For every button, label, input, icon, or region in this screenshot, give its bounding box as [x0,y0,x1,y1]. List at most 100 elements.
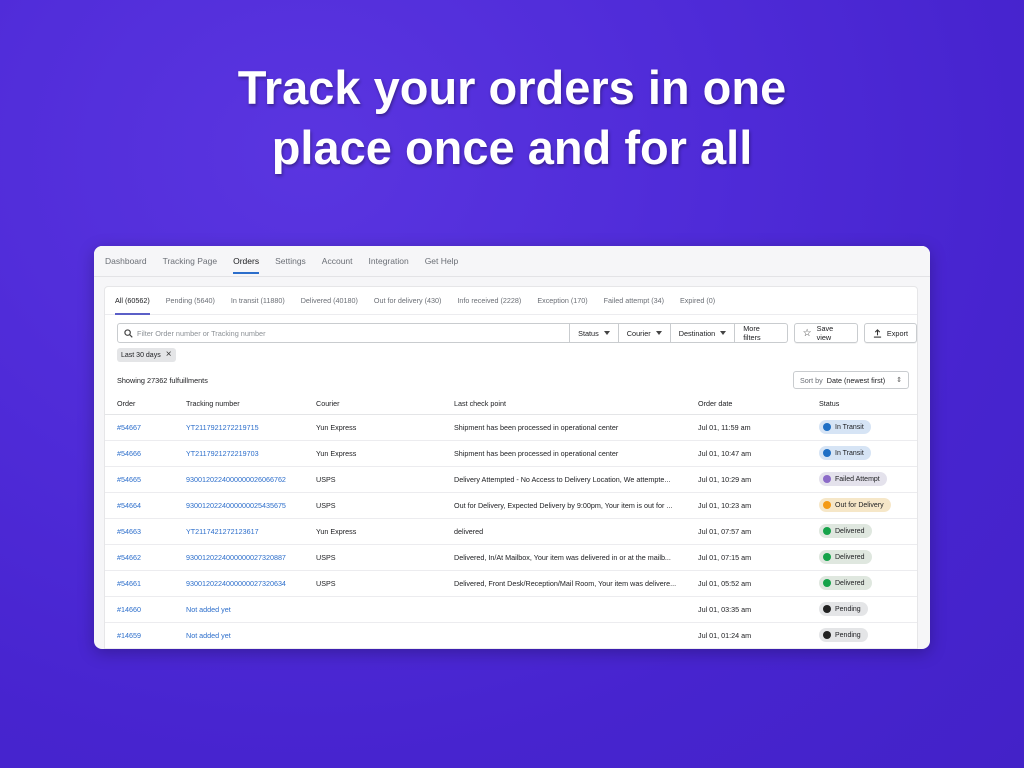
save-view-button[interactable]: ☆ Save view [793,323,858,343]
table-row[interactable]: #14659 Not added yet Jul 01, 01:24 am Pendi… [105,622,917,649]
nav-item-dashboard[interactable]: Dashboard [105,246,147,277]
table-row[interactable]: #54667 YT2117921272219715 Yun Express Shipm… [105,414,917,441]
courier-cell: Yun Express [316,440,454,467]
search-box[interactable] [117,323,571,343]
tracking-number-link[interactable]: 9300120224000000027320634 [186,570,316,597]
status-badge-label: Delivered [835,579,865,587]
order-number-link[interactable]: #54662 [105,544,186,571]
status-dot-icon [823,605,831,613]
table-row[interactable]: #54663 YT2117421272123617 Yun Express deliv… [105,518,917,545]
tracking-number-link[interactable]: Not added yet [186,622,316,649]
date-filter-chip: Last 30 days × [117,348,176,362]
sort-label: Sort by [800,375,823,385]
status-badge: Pending [819,628,868,642]
more-filters-button[interactable]: More filters [735,323,788,343]
order-number-link[interactable]: #54667 [105,414,186,441]
courier-cell [316,596,454,623]
table-row[interactable]: #54664 9300120224000000025435675 USPS Out f… [105,492,917,519]
tracking-number-link[interactable]: YT2117921272219703 [186,440,316,467]
order-date-cell: Jul 01, 05:52 am [698,570,819,597]
nav-item-account[interactable]: Account [322,246,353,277]
nav-item-settings[interactable]: Settings [275,246,306,277]
checkpoint-cell: Shipment has been processed in operation… [454,414,698,441]
status-cell: In Transit [819,414,917,441]
status-cell: In Transit [819,440,917,467]
courier-cell: USPS [316,570,454,597]
top-navigation: Dashboard Tracking Page Orders Settings Acco… [94,246,930,277]
search-icon [124,328,133,338]
order-number-link[interactable]: #14659 [105,622,186,649]
filter-bar: Status Courier Destination More filters … [117,323,918,343]
column-header-status[interactable]: Status [819,394,917,415]
save-view-label: Save view [816,324,834,342]
order-number-link[interactable]: #54663 [105,518,186,545]
table-row[interactable]: #54661 9300120224000000027320634 USPS Deliv… [105,570,917,597]
checkpoint-cell [454,622,698,649]
order-number-link[interactable]: #54665 [105,466,186,493]
status-badge-label: Delivered [835,527,865,535]
tab-pending[interactable]: Pending (5640) [166,287,215,315]
column-header-last-check-point[interactable]: Last check point [454,394,698,415]
export-button[interactable]: Export [863,323,918,343]
status-badge: In Transit [819,446,871,460]
checkpoint-cell: Delivered, Front Desk/Reception/Mail Roo… [454,570,698,597]
tab-exception[interactable]: Exception (170) [537,287,587,315]
status-badge: Delivered [819,576,872,590]
column-header-tracking-number[interactable]: Tracking number [186,394,316,415]
status-badge-label: Pending [835,631,861,639]
order-number-link[interactable]: #14660 [105,596,186,623]
table-row[interactable]: #54665 9300120224000000026066762 USPS Deliv… [105,466,917,493]
tracking-number-link[interactable]: 9300120224000000027320887 [186,544,316,571]
export-icon [873,328,882,338]
tracking-number-link[interactable]: YT2117421272123617 [186,518,316,545]
search-input[interactable] [137,328,557,338]
column-header-order[interactable]: Order [105,394,186,415]
courier-cell: USPS [316,492,454,519]
more-filters-label: More filters [743,324,761,342]
order-number-link[interactable]: #54666 [105,440,186,467]
status-badge-label: Failed Attempt [835,475,880,483]
destination-filter-button[interactable]: Destination [670,323,736,343]
tab-out-for-delivery[interactable]: Out for delivery (430) [374,287,442,315]
caret-down-icon [655,331,662,335]
tracking-number-link[interactable]: 9300120224000000026066762 [186,466,316,493]
order-date-cell: Jul 01, 11:59 am [698,414,819,441]
close-icon[interactable]: × [166,350,172,360]
checkpoint-cell: Out for Delivery, Expected Delivery by 9… [454,492,698,519]
courier-filter-label: Courier [626,328,651,338]
tracking-number-link[interactable]: YT2117921272219715 [186,414,316,441]
tracking-number-link[interactable]: 9300120224000000025435675 [186,492,316,519]
order-number-link[interactable]: #54661 [105,570,186,597]
table-row[interactable]: #14660 Not added yet Jul 01, 03:35 am Pendi… [105,596,917,623]
table-row[interactable]: #54666 YT2117921272219703 Yun Express Shipm… [105,440,917,467]
app-window: Dashboard Tracking Page Orders Settings Acco… [94,246,930,649]
order-number-link[interactable]: #54664 [105,492,186,519]
status-badge: In Transit [819,420,871,434]
tab-in-transit[interactable]: In transit (11880) [231,287,285,315]
nav-item-integration[interactable]: Integration [369,246,409,277]
tab-failed-attempt[interactable]: Failed attempt (34) [604,287,664,315]
nav-item-tracking-page[interactable]: Tracking Page [163,246,218,277]
tracking-number-link[interactable]: Not added yet [186,596,316,623]
status-badge-label: In Transit [835,423,864,431]
nav-item-get-help[interactable]: Get Help [425,246,459,277]
headline-line-1: Track your orders in one [237,61,787,114]
table-row[interactable]: #54662 9300120224000000027320887 USPS Deliv… [105,544,917,571]
status-badge-label: Out for Delivery [835,501,884,509]
nav-item-orders[interactable]: Orders [233,246,259,277]
status-dot-icon [823,579,831,587]
order-date-cell: Jul 01, 10:23 am [698,492,819,519]
status-filter-button[interactable]: Status [570,323,619,343]
column-header-order-date[interactable]: Order date [698,394,819,415]
sort-select[interactable]: Sort by Date (newest first) ⇕ [793,371,909,389]
select-arrows-icon: ⇕ [896,377,902,384]
column-header-courier[interactable]: Courier [316,394,454,415]
tab-all[interactable]: All (60562) [115,287,150,315]
courier-filter-button[interactable]: Courier [618,323,671,343]
tab-expired[interactable]: Expired (0) [680,287,715,315]
tab-info-received[interactable]: Info received (2228) [457,287,521,315]
status-dot-icon [823,475,831,483]
status-cell: Failed Attempt [819,466,917,493]
tab-delivered[interactable]: Delivered (40180) [301,287,358,315]
status-cell: Pending [819,596,917,623]
